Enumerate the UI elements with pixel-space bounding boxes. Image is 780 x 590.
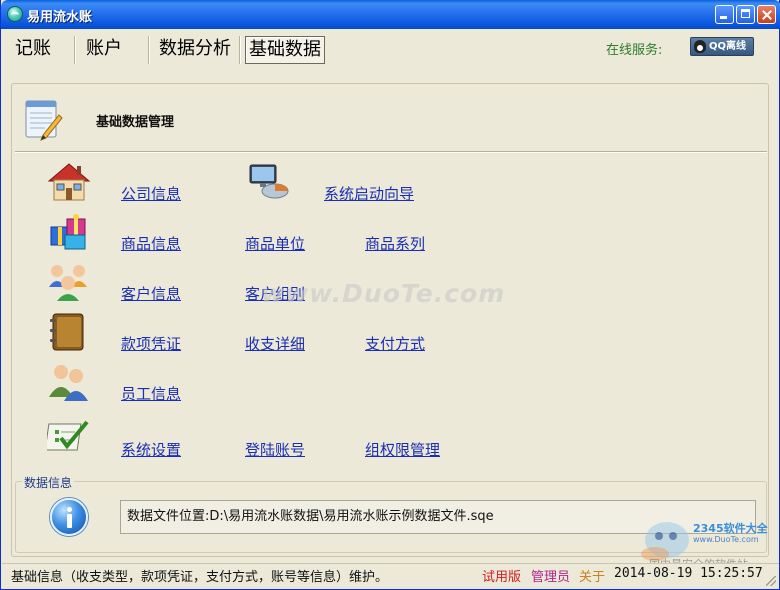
status-message: 基础信息（收支类型，款项凭证，支付方式，账号等信息）维护。 — [11, 570, 389, 585]
product-info-link[interactable]: 商品信息 — [121, 233, 181, 254]
about-link[interactable]: 关于 — [579, 566, 605, 585]
monitor-chart-icon — [249, 164, 289, 199]
info-icon — [50, 498, 88, 536]
system-settings-link[interactable]: 系统设置 — [121, 439, 181, 460]
software-site-brand: 2345软件大全 — [693, 522, 768, 535]
trial-version-link[interactable]: 试用版 — [482, 566, 521, 585]
menu-separator — [148, 36, 149, 64]
section-title: 基础数据管理 — [96, 115, 175, 130]
duote-watermark: www.DuoTe.com — [261, 279, 506, 308]
product-unit-link[interactable]: 商品单位 — [245, 233, 305, 254]
resize-grip[interactable] — [766, 576, 776, 586]
minimize-button[interactable] — [715, 5, 734, 24]
menu-separator — [74, 36, 75, 64]
employee-info-link[interactable]: 员工信息 — [121, 383, 181, 404]
window-title: 易用流水账 — [27, 10, 93, 25]
admin-user-link[interactable]: 管理员 — [531, 566, 570, 585]
house-icon — [47, 163, 91, 201]
status-datetime: 2014-08-19 15:25:57 — [614, 566, 763, 581]
notepad-pencil-icon — [25, 100, 63, 141]
qq-status-button[interactable]: QQ离线 — [690, 37, 754, 56]
gift-boxes-icon — [50, 214, 86, 250]
customers-group-icon — [49, 265, 87, 301]
data-info-label: 数据信息 — [22, 474, 75, 491]
software-site-url: www.DuoTe.com — [693, 535, 759, 544]
menu-basic-data[interactable]: 基础数据 — [245, 36, 325, 64]
payment-method-link[interactable]: 支付方式 — [365, 333, 425, 354]
employees-icon — [49, 365, 88, 401]
menu-separator — [239, 36, 240, 64]
qq-status-label: QQ离线 — [709, 41, 747, 52]
income-expense-detail-link[interactable]: 收支详细 — [245, 333, 305, 354]
app-logo-icon — [7, 6, 23, 22]
qq-penguin-icon — [694, 40, 706, 53]
close-button[interactable] — [757, 5, 776, 24]
menu-bookkeeping[interactable]: 记账 — [12, 36, 54, 62]
menu-bar: 记账 账户 数据分析 基础数据 — [2, 29, 779, 69]
startup-wizard-link[interactable]: 系统启动向导 — [324, 183, 414, 204]
settings-checklist-icon — [47, 420, 89, 451]
online-service-label: 在线服务: — [606, 43, 663, 58]
product-series-link[interactable]: 商品系列 — [365, 233, 425, 254]
customer-info-link[interactable]: 客户信息 — [121, 283, 181, 304]
payment-voucher-link[interactable]: 款项凭证 — [121, 333, 181, 354]
company-info-link[interactable]: 公司信息 — [121, 183, 181, 204]
title-bar[interactable]: 易用流水账 — [1, 0, 780, 29]
menu-data-analysis[interactable]: 数据分析 — [156, 36, 234, 62]
maximize-button[interactable] — [736, 5, 755, 24]
group-permission-link[interactable]: 组权限管理 — [365, 439, 440, 460]
header-divider — [15, 151, 767, 153]
login-account-link[interactable]: 登陆账号 — [245, 439, 305, 460]
menu-accounts[interactable]: 账户 — [83, 36, 125, 62]
app-window: 易用流水账 记账 账户 数据分析 基础数据 在线服务: QQ离线 基础数据管理 — [0, 0, 780, 590]
ledger-book-icon — [50, 313, 84, 351]
